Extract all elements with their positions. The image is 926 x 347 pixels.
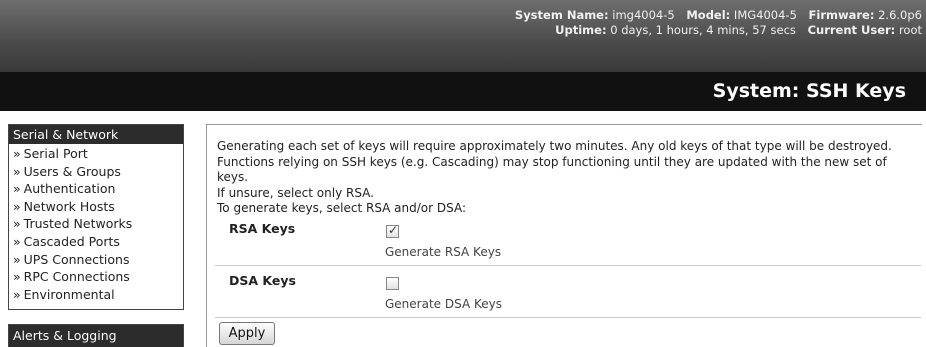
rsa-checkbox-label: Generate RSA Keys [385,245,502,259]
header-bar: System Name: img4004-5 Model: IMG4004-5 … [0,0,926,72]
uptime-value: 0 days, 1 hours, 4 mins, 57 secs [610,23,796,37]
sidebar-item-label: Environmental [23,286,115,302]
sidebar-item-label: Authentication [23,181,116,197]
divider [215,265,921,266]
sidebar-item-label: Cascaded Ports [23,233,120,249]
sidebar-item-users-groups[interactable]: » Users & Groups [9,163,183,181]
bullet-icon: » [13,146,21,161]
dsa-keys-checkbox[interactable] [386,277,399,290]
current-user-label: Current User: [807,23,896,37]
instruction-text: To generate keys, select RSA and/or DSA: [217,201,467,215]
bullet-icon: » [13,198,21,214]
sidebar-alerts-logging: Alerts & Logging [8,324,184,347]
bullet-icon: » [13,269,21,285]
system-name-label: System Name: [514,8,609,22]
sidebar-item-network-hosts[interactable]: » Network Hosts [9,198,183,216]
title-bar: System: SSH Keys [0,72,926,111]
current-user-value: root [898,23,922,37]
system-info-line-2: Uptime: 0 days, 1 hours, 4 mins, 57 secs… [515,23,922,38]
sidebar-section-title-alerts[interactable]: Alerts & Logging [9,325,183,347]
sidebar-item-ups-connections[interactable]: » UPS Connections [9,251,183,269]
intro-text: Generating each set of keys will require… [217,139,917,201]
bullet-icon: » [13,216,21,232]
sidebar-item-cascaded-ports[interactable]: » Cascaded Ports [9,233,183,251]
model-label: Model: [686,8,731,22]
model-value: IMG4004-5 [733,8,797,22]
sidebar-item-rpc-connections[interactable]: » RPC Connections [9,268,183,286]
system-info: System Name: img4004-5 Model: IMG4004-5 … [515,8,922,38]
sidebar-section-title[interactable]: Serial & Network [9,125,183,144]
sidebar-item-environmental[interactable]: » Environmental [9,286,183,304]
page-title: System: SSH Keys [712,80,906,102]
apply-button[interactable]: Apply [219,322,275,345]
dsa-checkbox-label: Generate DSA Keys [385,297,502,311]
sidebar-item-label: UPS Connections [23,251,130,267]
main-content: Generating each set of keys will require… [206,124,922,347]
intro-line: Generating each set of keys will require… [217,139,892,153]
bullet-icon: » [13,233,21,249]
sidebar-item-label: Users & Groups [23,163,121,179]
sidebar-item-label: Serial Port [23,146,88,161]
firmware-value: 2.6.0p6 [878,8,922,22]
sidebar-list: » Serial Port » Users & Groups » Authentica… [9,144,183,303]
sidebar-item-label: RPC Connections [23,269,130,285]
system-info-line-1: System Name: img4004-5 Model: IMG4004-5 … [515,8,922,23]
intro-line: If unsure, select only RSA. [217,185,374,200]
sidebar-item-serial-port[interactable]: » Serial Port [9,145,183,163]
intro-line: Functions relying on SSH keys (e.g. Casc… [217,154,887,185]
sidebar-serial-network: Serial & Network » Serial Port » Users & G… [8,124,184,310]
sidebar-item-label: Trusted Networks [23,216,133,232]
sidebar-item-authentication[interactable]: » Authentication [9,180,183,198]
sidebar-item-label: Network Hosts [23,198,115,214]
bullet-icon: » [13,163,21,179]
rsa-keys-checkbox[interactable]: ✓ [386,223,399,238]
system-name-value: img4004-5 [612,8,675,22]
checkmark-icon: ✓ [388,223,399,237]
bullet-icon: » [13,251,21,267]
dsa-keys-label: DSA Keys [229,273,296,288]
firmware-label: Firmware: [808,8,875,22]
divider [215,317,921,318]
rsa-keys-label: RSA Keys [229,221,296,236]
sidebar-item-trusted-networks[interactable]: » Trusted Networks [9,215,183,233]
bullet-icon: » [13,286,21,302]
uptime-label: Uptime: [555,23,607,37]
bullet-icon: » [13,181,21,197]
